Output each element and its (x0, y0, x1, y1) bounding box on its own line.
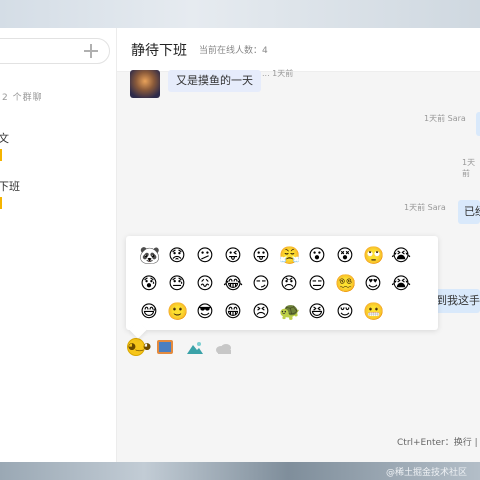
emoji-item[interactable]: 😖 (195, 274, 215, 294)
emoji-item[interactable]: 😬 (363, 302, 384, 322)
emoji-item[interactable]: 😣 (251, 302, 271, 322)
message-meta: 1天前 Sara (404, 203, 446, 212)
add-icon[interactable] (83, 43, 99, 59)
emoji-item[interactable]: 😑 (307, 274, 327, 294)
emoji-item[interactable]: 😵 (335, 246, 355, 266)
avatar[interactable] (130, 70, 160, 98)
group-count: 2 个群聊 (2, 93, 43, 103)
emoji-item[interactable]: 🐢 (279, 302, 300, 322)
emoji-item[interactable]: 😌 (335, 302, 355, 322)
emoji-item[interactable]: 😅 (139, 302, 159, 322)
message-bubble: 到我这手机 (432, 289, 480, 313)
message-bubble (476, 112, 480, 136)
emoji-item[interactable]: 😠 (279, 274, 299, 294)
emoji-item[interactable]: 😭 (391, 246, 411, 266)
emoji-item[interactable]: 🙂 (167, 302, 188, 322)
emoji-item[interactable]: 😰 (139, 274, 159, 294)
emoji-panel: 🐼 😟 😕 😜 😛 😤 😮 😵 🙄 😭 😰 😓 😖 😂 😏 😠 😑 😵‍💫 😍 😭 😅 🙂 😎 😁 😣 🐢 😆 😌 😬 (126, 236, 438, 330)
emoji-item[interactable]: 😕 (195, 246, 215, 266)
desktop-background-top (0, 0, 480, 30)
emoji-item[interactable]: 😍 (363, 274, 383, 294)
sidebar-item-group[interactable]: 下班 (0, 178, 20, 209)
sidebar: 2 个群聊 文 下班 (0, 28, 117, 464)
search-input[interactable] (0, 38, 110, 64)
emoji-item[interactable]: 😆 (307, 302, 327, 322)
message-bubble: 又是摸鱼的一天 (168, 70, 261, 92)
emoji-item[interactable]: 😓 (167, 274, 187, 294)
emoji-item[interactable]: 😜 (223, 246, 243, 266)
landscape-icon[interactable] (186, 341, 204, 355)
emoji-button[interactable]: ◕‿◕ (127, 338, 151, 356)
emoji-item[interactable]: 😁 (223, 302, 243, 322)
image-icon[interactable] (157, 340, 173, 354)
emoji-item[interactable]: 😂 (223, 274, 243, 294)
message-meta: 1天前 Sara (424, 114, 466, 123)
online-count: 当前在线人数：4 (199, 46, 268, 56)
unread-badge (0, 149, 2, 161)
group-name: 文 (0, 132, 9, 145)
emoji-item[interactable]: 🙄 (363, 246, 384, 266)
unread-badge (0, 197, 2, 209)
sidebar-item-group[interactable]: 文 (0, 130, 9, 161)
emoji-item[interactable]: 😵‍💫 (335, 274, 356, 294)
emoji-item[interactable]: 😟 (167, 246, 187, 266)
watermark: @稀土掘金技术社区 (386, 468, 468, 478)
message-meta: 1天前 (462, 158, 476, 178)
emoji-item[interactable]: 😭 (391, 274, 411, 294)
message-bubble: 已经 (458, 200, 480, 224)
group-name: 下班 (0, 180, 20, 193)
message-meta: ... 1天前 (262, 69, 294, 78)
emoji-item[interactable]: 😏 (251, 274, 271, 294)
emoji-item[interactable]: 😮 (307, 246, 327, 266)
chat-header: 静待下班 当前在线人数：4 (117, 28, 480, 72)
cloud-icon[interactable] (215, 341, 233, 354)
emoji-item[interactable]: 😤 (279, 246, 300, 266)
shortcut-hint: Ctrl+Enter：换行 | E (397, 438, 480, 448)
emoji-item[interactable]: 😎 (195, 302, 215, 322)
emoji-item[interactable]: 😛 (251, 246, 271, 266)
chat-title: 静待下班 (131, 42, 187, 59)
emoji-item[interactable]: 🐼 (139, 246, 160, 266)
